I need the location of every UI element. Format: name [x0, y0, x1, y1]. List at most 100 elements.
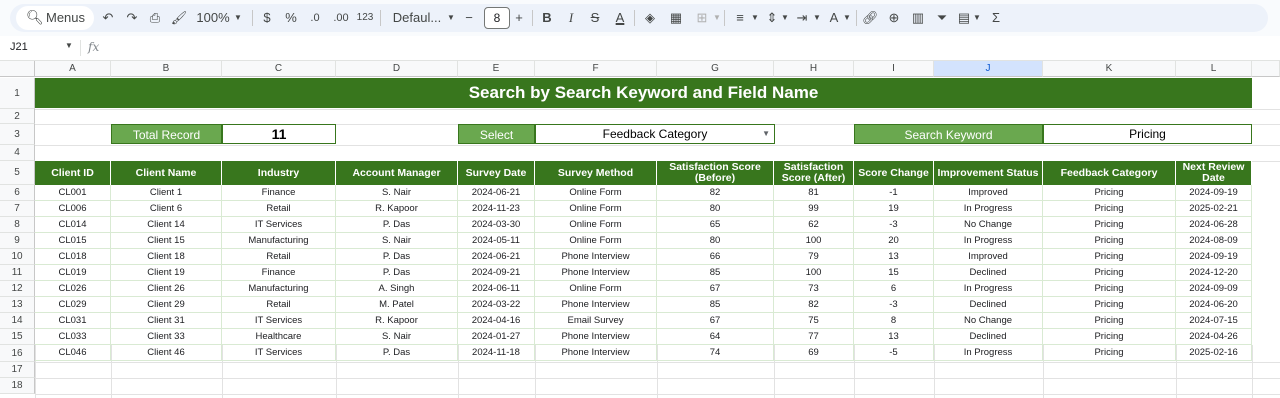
- decrease-decimal-button[interactable]: .0: [306, 4, 324, 32]
- table-header-cell[interactable]: Survey Method: [535, 161, 657, 185]
- table-cell[interactable]: Retail: [222, 201, 336, 217]
- table-cell[interactable]: Pricing: [1043, 265, 1176, 281]
- table-cell[interactable]: In Progress: [934, 345, 1043, 361]
- name-box[interactable]: J21: [10, 41, 28, 53]
- table-cell[interactable]: Phone Interview: [535, 329, 657, 345]
- table-cell[interactable]: 73: [774, 281, 854, 297]
- row-header-12[interactable]: 12: [0, 281, 35, 297]
- table-cell[interactable]: Pricing: [1043, 297, 1176, 313]
- increase-decimal-button[interactable]: .00: [330, 4, 352, 32]
- table-cell[interactable]: 82: [774, 297, 854, 313]
- row-header-2[interactable]: 2: [0, 109, 35, 124]
- table-cell[interactable]: -3: [854, 217, 934, 233]
- table-cell[interactable]: Declined: [934, 265, 1043, 281]
- table-cell[interactable]: CL015: [35, 233, 111, 249]
- chevron-down-icon[interactable]: ▼: [750, 4, 760, 32]
- table-cell[interactable]: 64: [657, 329, 774, 345]
- table-header-cell[interactable]: Satisfaction Score (After): [774, 161, 854, 185]
- table-cell[interactable]: Retail: [222, 297, 336, 313]
- comment-icon[interactable]: ⊕: [886, 4, 902, 32]
- table-cell[interactable]: CL001: [35, 185, 111, 201]
- table-cell[interactable]: No Change: [934, 313, 1043, 329]
- table-cell[interactable]: 65: [657, 217, 774, 233]
- chevron-down-icon[interactable]: ▼: [762, 125, 770, 143]
- table-cell[interactable]: Pricing: [1043, 233, 1176, 249]
- table-cell[interactable]: Online Form: [535, 233, 657, 249]
- table-cell[interactable]: 62: [774, 217, 854, 233]
- table-header-cell[interactable]: Client ID: [35, 161, 111, 185]
- table-header-cell[interactable]: Account Manager: [336, 161, 458, 185]
- font-size-input[interactable]: 8: [484, 7, 510, 29]
- undo-icon[interactable]: ↶: [100, 4, 116, 32]
- table-header-cell[interactable]: Next Review Date: [1176, 161, 1252, 185]
- table-cell[interactable]: Phone Interview: [535, 297, 657, 313]
- table-cell[interactable]: 2024-09-19: [1176, 249, 1252, 265]
- table-cell[interactable]: 79: [774, 249, 854, 265]
- table-cell[interactable]: P. Das: [336, 265, 458, 281]
- table-cell[interactable]: 2024-06-21: [458, 249, 535, 265]
- table-cell[interactable]: IT Services: [222, 217, 336, 233]
- horizontal-align-icon[interactable]: ≡: [732, 4, 748, 32]
- font-select[interactable]: Defaul...: [390, 4, 444, 32]
- table-header-cell[interactable]: Industry: [222, 161, 336, 185]
- column-header-e[interactable]: E: [458, 61, 535, 77]
- table-cell[interactable]: Client 18: [111, 249, 222, 265]
- table-cell[interactable]: Pricing: [1043, 329, 1176, 345]
- paint-format-icon[interactable]: 🖌︎: [170, 4, 188, 32]
- table-cell[interactable]: 20: [854, 233, 934, 249]
- redo-icon[interactable]: ↷: [124, 4, 140, 32]
- column-header-a[interactable]: A: [35, 61, 111, 77]
- column-header-b[interactable]: B: [111, 61, 222, 77]
- search-keyword-input[interactable]: Pricing: [1043, 124, 1252, 144]
- table-cell[interactable]: CL018: [35, 249, 111, 265]
- chevron-down-icon[interactable]: ▼: [446, 4, 456, 32]
- link-icon[interactable]: 🔗︎: [862, 4, 879, 32]
- table-cell[interactable]: Pricing: [1043, 281, 1176, 297]
- row-header-11[interactable]: 11: [0, 265, 35, 281]
- table-cell[interactable]: CL031: [35, 313, 111, 329]
- chevron-down-icon[interactable]: ▼: [972, 4, 982, 32]
- table-cell[interactable]: In Progress: [934, 281, 1043, 297]
- zoom-select[interactable]: 100%: [196, 4, 230, 32]
- table-cell[interactable]: 2024-09-19: [1176, 185, 1252, 201]
- table-cell[interactable]: 2024-06-11: [458, 281, 535, 297]
- table-cell[interactable]: R. Kapoor: [336, 201, 458, 217]
- text-rotation-icon[interactable]: A: [826, 4, 842, 32]
- table-cell[interactable]: Online Form: [535, 201, 657, 217]
- table-cell[interactable]: CL019: [35, 265, 111, 281]
- table-cell[interactable]: 13: [854, 329, 934, 345]
- column-header-k[interactable]: K: [1043, 61, 1176, 77]
- row-header-17[interactable]: 17: [0, 362, 35, 378]
- table-cell[interactable]: 74: [657, 345, 774, 361]
- column-header-d[interactable]: D: [336, 61, 458, 77]
- table-cell[interactable]: 13: [854, 249, 934, 265]
- row-header-14[interactable]: 14: [0, 313, 35, 329]
- table-cell[interactable]: Pricing: [1043, 345, 1176, 361]
- table-cell[interactable]: CL033: [35, 329, 111, 345]
- table-cell[interactable]: 2024-08-09: [1176, 233, 1252, 249]
- table-cell[interactable]: 2024-11-23: [458, 201, 535, 217]
- table-cell[interactable]: Client 31: [111, 313, 222, 329]
- table-cell[interactable]: Finance: [222, 265, 336, 281]
- table-cell[interactable]: CL014: [35, 217, 111, 233]
- select-column-dropdown[interactable]: Feedback Category ▼: [535, 124, 775, 144]
- table-cell[interactable]: Improved: [934, 185, 1043, 201]
- column-header-h[interactable]: H: [774, 61, 854, 77]
- menus-button[interactable]: 🔍︎ Menus: [16, 6, 94, 30]
- table-header-cell[interactable]: Client Name: [111, 161, 222, 185]
- row-header-10[interactable]: 10: [0, 249, 35, 265]
- table-cell[interactable]: 81: [774, 185, 854, 201]
- table-cell[interactable]: Declined: [934, 329, 1043, 345]
- vertical-align-icon[interactable]: ⇕: [764, 4, 780, 32]
- table-header-cell[interactable]: Improvement Status: [934, 161, 1043, 185]
- text-color-button[interactable]: A: [612, 4, 628, 32]
- chevron-down-icon[interactable]: ▼: [842, 4, 852, 32]
- table-cell[interactable]: IT Services: [222, 313, 336, 329]
- table-cell[interactable]: P. Das: [336, 249, 458, 265]
- table-cell[interactable]: 2024-12-20: [1176, 265, 1252, 281]
- table-cell[interactable]: 2024-06-21: [458, 185, 535, 201]
- table-cell[interactable]: Declined: [934, 297, 1043, 313]
- table-header-cell[interactable]: Satisfaction Score (Before): [657, 161, 774, 185]
- row-header-15[interactable]: 15: [0, 329, 35, 345]
- table-header-cell[interactable]: Score Change: [854, 161, 934, 185]
